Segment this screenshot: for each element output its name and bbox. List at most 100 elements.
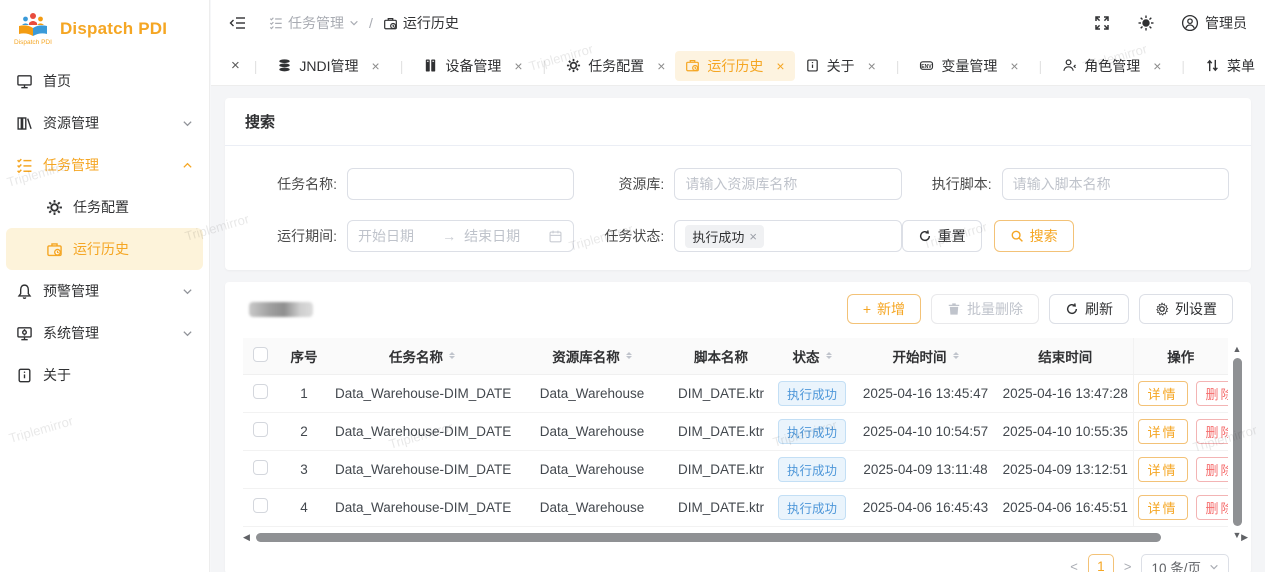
- delete-button[interactable]: 删除: [1195, 494, 1228, 520]
- checklist-icon: [269, 17, 282, 30]
- logo-caption: Dispatch PDI: [14, 39, 52, 46]
- search-button[interactable]: 搜索: [993, 220, 1074, 252]
- fullscreen-icon[interactable]: [1093, 14, 1111, 32]
- sidebar-collapse-icon[interactable]: [229, 14, 247, 32]
- breadcrumb-parent[interactable]: 任务管理: [269, 13, 359, 33]
- theme-sun-icon[interactable]: [1137, 14, 1155, 32]
- tab-task-config[interactable]: 任务配置 ×: [556, 51, 675, 81]
- chevron-down-icon: [183, 288, 192, 294]
- prev-page-button[interactable]: <: [1070, 559, 1078, 572]
- row-checkbox[interactable]: [252, 422, 268, 437]
- detail-button[interactable]: 详情: [1137, 494, 1188, 520]
- tab-variables[interactable]: ENV 变量管理 ×: [909, 51, 1028, 81]
- close-icon[interactable]: ×: [657, 58, 665, 74]
- tab-jndi[interactable]: JNDI管理 ×: [267, 51, 389, 81]
- batch-delete-button[interactable]: 批量删除: [931, 294, 1039, 324]
- scroll-up-icon[interactable]: ▲: [1231, 344, 1243, 354]
- briefcase-clock-icon: [47, 242, 62, 256]
- repo-input[interactable]: [685, 176, 891, 192]
- gear-icon: [1156, 302, 1169, 316]
- column-status: 状态: [771, 338, 853, 375]
- reset-button[interactable]: 重置: [901, 220, 982, 252]
- close-icon[interactable]: ×: [227, 57, 244, 74]
- end-date-placeholder[interactable]: 结束日期: [464, 226, 540, 246]
- user-icon: [1063, 59, 1077, 71]
- column-label: 开始时间: [892, 349, 947, 365]
- close-icon[interactable]: ×: [776, 58, 784, 74]
- sidebar-item-about[interactable]: 关于: [0, 354, 209, 396]
- status-select[interactable]: 执行成功 ×: [674, 220, 902, 252]
- breadcrumb-separator: /: [369, 15, 373, 31]
- sidebar-item-system[interactable]: 系统管理: [0, 312, 209, 354]
- task-name-input[interactable]: [358, 176, 564, 192]
- delete-button[interactable]: 删除: [1195, 456, 1228, 482]
- table-row: 2 Data_Warehouse-DIM_DATE Data_Warehouse…: [243, 412, 1228, 451]
- tab-run-history[interactable]: 运行历史 ×: [675, 50, 795, 81]
- close-icon[interactable]: ×: [1153, 58, 1161, 74]
- script-input-wrap: [1001, 168, 1229, 200]
- sidebar-item-run-history[interactable]: 运行历史: [6, 228, 203, 270]
- monitor-icon: [17, 74, 32, 88]
- tab-label: 关于: [826, 57, 855, 74]
- close-icon[interactable]: ×: [1010, 58, 1018, 74]
- sidebar-item-label: 首页: [43, 73, 71, 89]
- breadcrumb-parent-label: 任务管理: [288, 15, 344, 31]
- range-arrow: →: [442, 228, 457, 244]
- bell-icon: [17, 283, 32, 299]
- detail-button[interactable]: 详情: [1137, 456, 1188, 482]
- tab-about[interactable]: 关于 ×: [795, 51, 886, 81]
- delete-button[interactable]: 删除: [1195, 418, 1228, 444]
- sort-icon[interactable]: [825, 352, 832, 360]
- tab-label: 角色管理: [1084, 57, 1141, 74]
- user-menu[interactable]: 管理员: [1181, 13, 1247, 33]
- vertical-scroll-thumb[interactable]: [1232, 358, 1242, 526]
- cell-no: 4: [277, 488, 331, 527]
- breadcrumb: 任务管理 / 运行历史: [269, 13, 459, 33]
- next-page-button[interactable]: >: [1124, 559, 1132, 572]
- horizontal-scroll-thumb[interactable]: [255, 532, 1161, 542]
- row-checkbox[interactable]: [252, 384, 268, 399]
- page-size-select[interactable]: 10 条/页: [1141, 553, 1229, 572]
- select-all-checkbox[interactable]: [252, 346, 268, 362]
- sort-icon[interactable]: [952, 352, 959, 360]
- close-icon[interactable]: ×: [868, 58, 876, 74]
- results-panel: + 新增 批量删除 刷新 列设置 序号 任务名称 资源库名称 脚本名称 状态 开…: [225, 282, 1251, 572]
- sidebar-item-alerts[interactable]: 预警管理: [0, 270, 209, 312]
- tab-label: 菜单: [1227, 57, 1256, 74]
- add-button[interactable]: + 新增: [846, 294, 921, 324]
- date-range-input[interactable]: 开始日期 → 结束日期: [347, 220, 575, 252]
- sidebar-item-task-config[interactable]: 任务配置: [6, 186, 203, 228]
- sort-icon[interactable]: [449, 352, 455, 360]
- sidebar-item-home[interactable]: 首页: [0, 60, 209, 102]
- column-settings-button[interactable]: 列设置: [1139, 294, 1233, 324]
- refresh-button[interactable]: 刷新: [1049, 294, 1129, 324]
- chevron-up-icon: [183, 162, 192, 168]
- delete-button[interactable]: 删除: [1195, 380, 1228, 406]
- close-icon[interactable]: ×: [372, 58, 380, 74]
- row-checkbox[interactable]: [252, 498, 268, 513]
- sidebar-item-resources[interactable]: 资源管理: [0, 102, 209, 144]
- tab-devices[interactable]: 设备管理 ×: [413, 51, 532, 81]
- script-input[interactable]: [1012, 176, 1218, 192]
- sidebar: Dispatch PDI Dispatch PDI 首页 资源管理 任务管理 任…: [0, 0, 210, 572]
- cell-task: Data_Warehouse-DIM_DATE: [331, 374, 513, 413]
- horizontal-scrollbar[interactable]: ◀ ▶: [243, 532, 1248, 542]
- sort-icon[interactable]: [625, 352, 632, 360]
- scroll-left-icon[interactable]: ◀: [243, 532, 250, 542]
- tab-menu[interactable]: 菜单: [1195, 51, 1265, 81]
- row-checkbox[interactable]: [252, 460, 268, 475]
- scroll-down-icon[interactable]: ▼: [1231, 530, 1243, 540]
- cell-start: 2025-04-16 13:45:47: [853, 374, 998, 413]
- tag-close-icon[interactable]: ×: [749, 229, 757, 244]
- vertical-scrollbar[interactable]: ▲ ▼: [1231, 344, 1243, 572]
- page-number[interactable]: 1: [1087, 553, 1114, 572]
- detail-button[interactable]: 详情: [1137, 380, 1188, 406]
- tab-separator: |: [1181, 57, 1186, 74]
- detail-button[interactable]: 详情: [1137, 418, 1188, 444]
- sidebar-item-tasks[interactable]: 任务管理: [0, 144, 209, 186]
- task-name-input-wrap: [347, 168, 575, 200]
- status-badge: 执行成功: [777, 456, 846, 482]
- start-date-placeholder[interactable]: 开始日期: [358, 226, 434, 246]
- tab-roles[interactable]: 角色管理 ×: [1052, 51, 1171, 81]
- close-icon[interactable]: ×: [514, 58, 522, 74]
